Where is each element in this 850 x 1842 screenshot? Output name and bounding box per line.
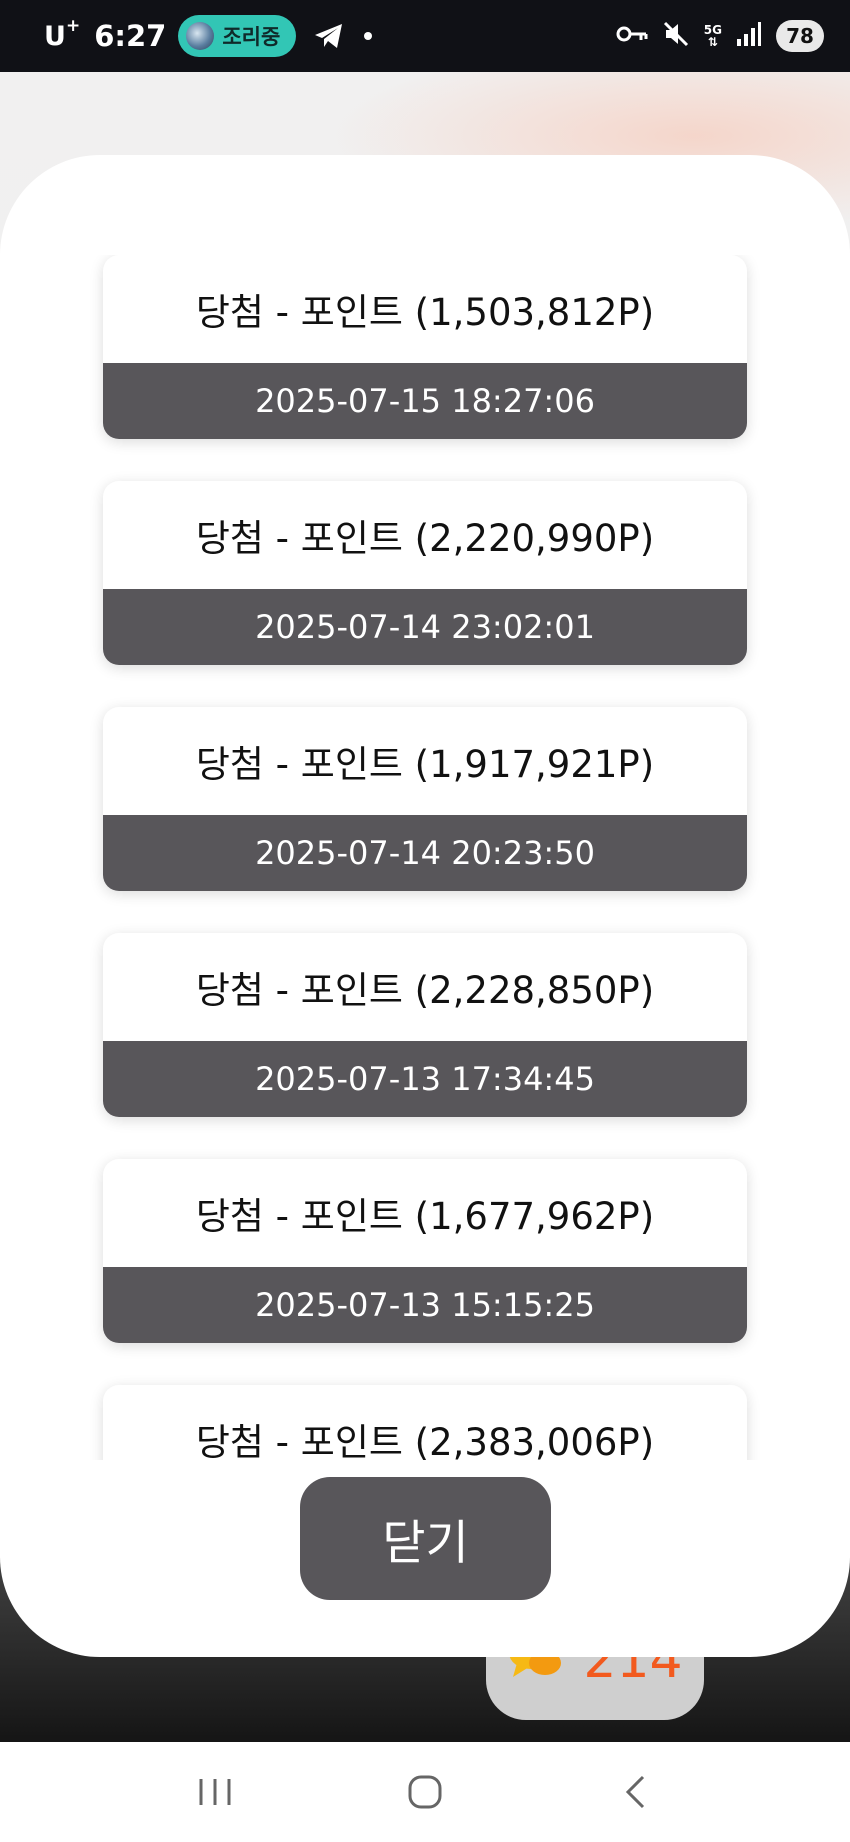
record-title: 당첨 - 포인트 (2,220,990P) xyxy=(195,517,655,560)
record-card: 당첨 - 포인트 (2,383,006P) xyxy=(103,1385,747,1460)
telegram-icon xyxy=(314,23,344,49)
record-date: 2025-07-14 23:02:01 xyxy=(103,589,747,665)
record-card: 당첨 - 포인트 (1,677,962P) 2025-07-13 15:15:25 xyxy=(103,1159,747,1343)
record-title: 당첨 - 포인트 (1,503,812P) xyxy=(195,291,655,334)
pill-text: 조리중 xyxy=(222,25,281,49)
record-list: 당첨 - 포인트 (1,503,812P) 2025-07-15 18:27:06… xyxy=(103,255,747,1460)
status-icons: 5G ⇅ 78 xyxy=(602,20,824,52)
record-title: 당첨 - 포인트 (2,228,850P) xyxy=(195,969,655,1012)
signal-icon xyxy=(736,21,762,51)
record-date: 2025-07-13 15:15:25 xyxy=(103,1267,747,1343)
record-card: 당첨 - 포인트 (1,503,812P) 2025-07-15 18:27:06 xyxy=(103,255,747,439)
notification-pill[interactable]: 조리중 xyxy=(178,15,297,57)
record-list-viewport[interactable]: 당첨 - 포인트 (1,503,812P) 2025-07-15 18:27:06… xyxy=(0,255,850,1460)
record-date: 2025-07-15 18:27:06 xyxy=(103,363,747,439)
record-title: 당첨 - 포인트 (2,383,006P) xyxy=(195,1421,655,1460)
battery-indicator: 78 xyxy=(776,20,824,52)
history-modal: 당첨 - 포인트 (1,503,812P) 2025-07-15 18:27:06… xyxy=(0,155,850,1657)
close-button[interactable]: 닫기 xyxy=(300,1477,551,1600)
network-5g-icon: 5G ⇅ xyxy=(703,23,722,49)
record-title: 당첨 - 포인트 (1,917,921P) xyxy=(195,743,655,786)
record-date: 2025-07-14 20:23:50 xyxy=(103,815,747,891)
record-title: 당첨 - 포인트 (1,677,962P) xyxy=(195,1195,655,1238)
record-card: 당첨 - 포인트 (1,917,921P) 2025-07-14 20:23:50 xyxy=(103,707,747,891)
recent-apps-icon[interactable] xyxy=(180,1757,250,1827)
vpn-key-icon xyxy=(616,24,648,48)
status-time: 6:27 xyxy=(94,19,167,53)
record-card: 당첨 - 포인트 (2,220,990P) 2025-07-14 23:02:01 xyxy=(103,481,747,665)
dot-icon xyxy=(364,32,373,40)
pill-avatar xyxy=(186,22,215,50)
status-bar: U+ 6:27 조리중 5G ⇅ 78 xyxy=(0,0,850,72)
back-icon[interactable] xyxy=(600,1757,670,1827)
record-card: 당첨 - 포인트 (2,228,850P) 2025-07-13 17:34:45 xyxy=(103,933,747,1117)
mute-icon xyxy=(662,20,690,52)
home-icon[interactable] xyxy=(390,1757,460,1827)
carrier-label: U+ xyxy=(44,16,81,52)
record-date: 2025-07-13 17:34:45 xyxy=(103,1041,747,1117)
navigation-bar xyxy=(0,1742,850,1842)
